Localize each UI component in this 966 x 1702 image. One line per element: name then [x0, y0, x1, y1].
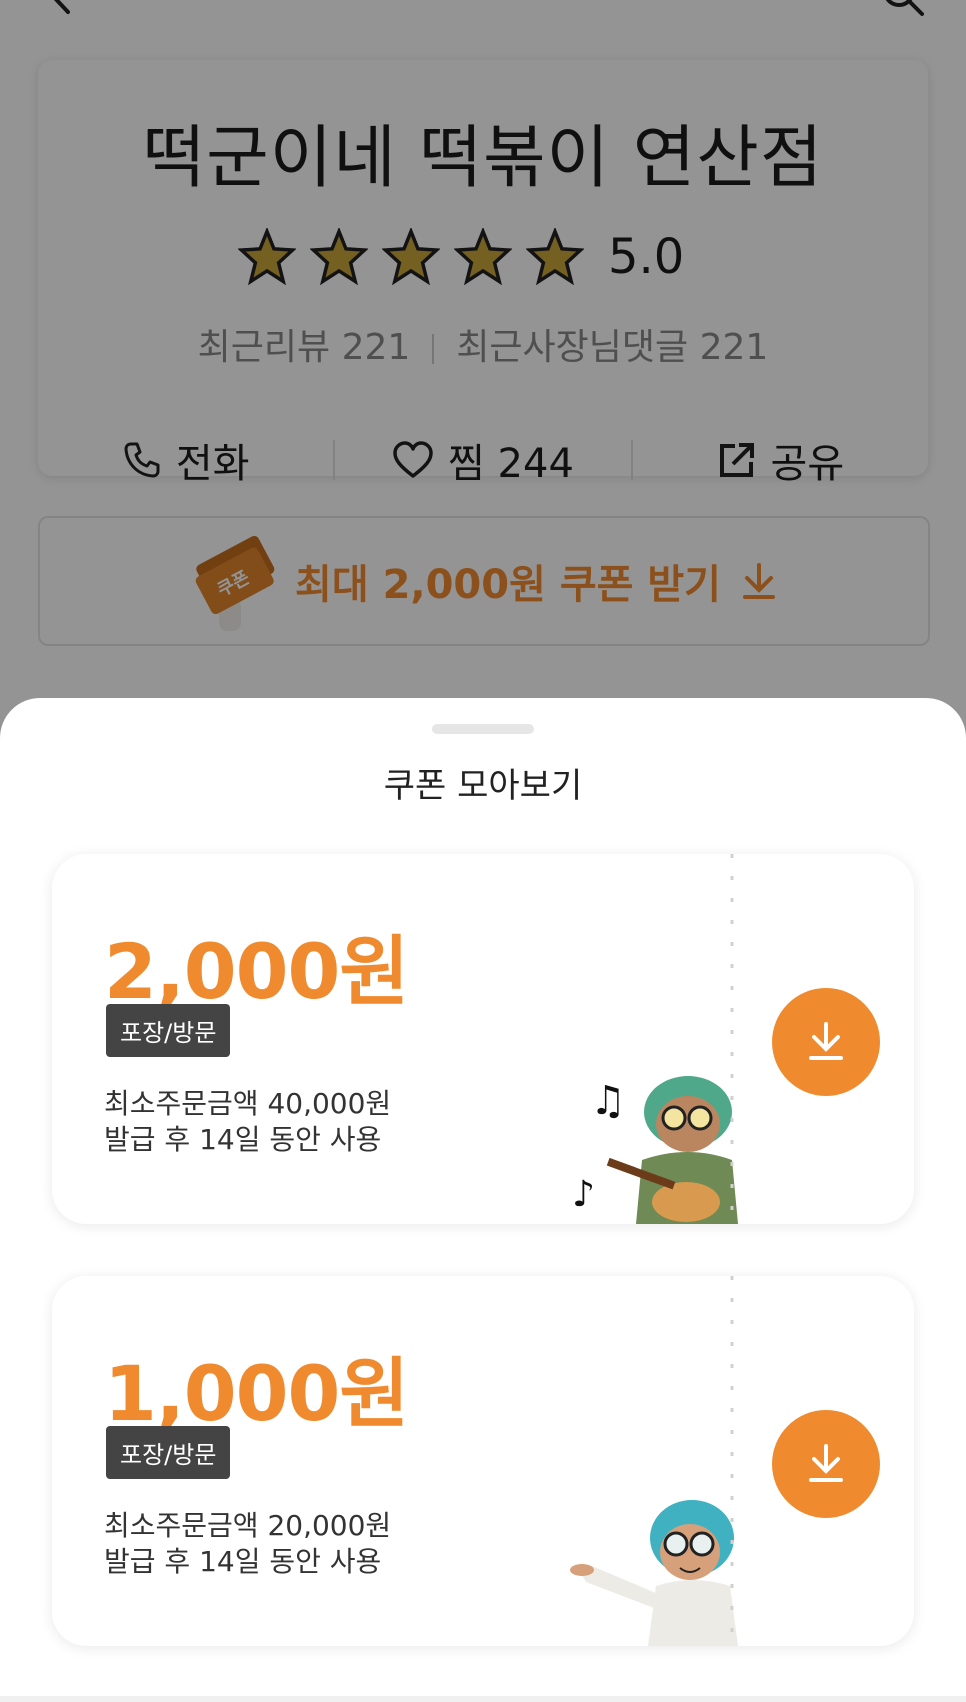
download-icon	[809, 1444, 843, 1482]
coupon-min-order: 최소주문금액 40,000원	[104, 1087, 392, 1120]
sheet-title: 쿠폰 모아보기	[383, 766, 583, 806]
guitar-character-illustration: ♫ ♪	[572, 1076, 738, 1224]
sheet-drag-handle[interactable]	[432, 724, 534, 734]
coupon-validity: 발급 후 14일 동안 사용	[104, 1123, 382, 1156]
coupon-bottom-sheet: 쿠폰 모아보기 2,000원 포장/방문 최소주문금액 40,000원 발급 후…	[0, 698, 966, 1702]
coupon-conditions: 최소주문금액 40,000원 발급 후 14일 동안 사용	[104, 1086, 391, 1158]
coupon-validity: 발급 후 14일 동안 사용	[104, 1545, 382, 1578]
coupon-type-badge: 포장/방문	[106, 1004, 231, 1057]
coupon-min-order: 최소주문금액 20,000원	[104, 1509, 392, 1542]
coupon-type-badge: 포장/방문	[106, 1426, 231, 1479]
coupon-perforation	[730, 854, 734, 1224]
download-coupon-button[interactable]	[772, 1410, 880, 1518]
character-illustration	[570, 1500, 738, 1646]
coupon-card: 2,000원 포장/방문 최소주문금액 40,000원 발급 후 14일 동안 …	[52, 854, 914, 1224]
bottom-divider	[0, 1696, 966, 1702]
download-coupon-button[interactable]	[772, 988, 880, 1096]
download-icon	[809, 1022, 843, 1060]
coupon-conditions: 최소주문금액 20,000원 발급 후 14일 동안 사용	[104, 1508, 391, 1580]
coupon-perforation	[730, 1276, 734, 1646]
svg-text:♪: ♪	[572, 1174, 595, 1215]
svg-text:♫: ♫	[590, 1078, 626, 1124]
coupon-card: 1,000원 포장/방문 최소주문금액 20,000원 발급 후 14일 동안 …	[52, 1276, 914, 1646]
